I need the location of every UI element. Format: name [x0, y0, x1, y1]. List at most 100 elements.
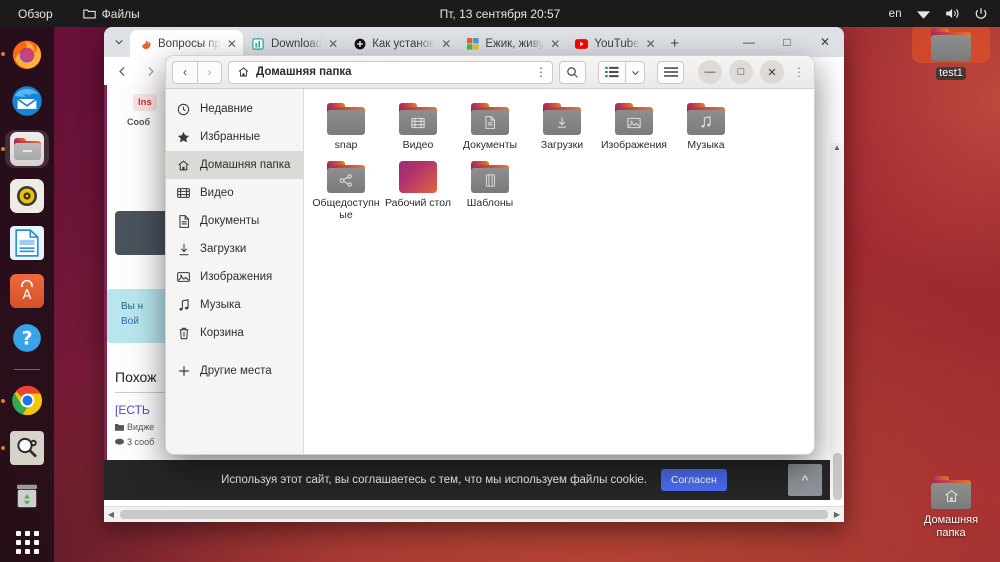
sidebar-item-starred[interactable]: Избранные [166, 123, 303, 151]
sidebar-item-trash[interactable]: Корзина [166, 319, 303, 347]
ubuntu-software-icon: A [10, 273, 44, 308]
file-item-snap[interactable]: snap [310, 97, 382, 155]
dock-item-help[interactable]: ? [5, 319, 49, 357]
dock-item-trash[interactable] [5, 476, 49, 514]
file-item-videos[interactable]: Видео [382, 97, 454, 155]
files-back-button[interactable]: ‹ [172, 60, 197, 84]
youtube-icon [575, 37, 589, 50]
files-search-button[interactable] [559, 60, 586, 84]
sidebar-item-other-locations[interactable]: Другие места [166, 357, 303, 385]
top-bar-status-area[interactable]: en [889, 7, 1000, 21]
list-view-icon[interactable] [598, 60, 625, 84]
clock[interactable]: Пт, 13 сентября 20:57 [0, 7, 1000, 21]
close-tab-icon[interactable]: ✕ [227, 37, 237, 51]
sidebar-item-pictures[interactable]: Изображения [166, 263, 303, 291]
files-content-area[interactable]: snap Видео Документы Загрузки Изображени… [304, 89, 814, 454]
sidebar-item-home[interactable]: Домашняя папка [166, 151, 303, 179]
dock-item-firefox[interactable] [1, 35, 49, 73]
scroll-to-top-button[interactable]: ^ [788, 464, 822, 496]
close-tab-icon[interactable]: ✕ [550, 37, 560, 51]
browser-window-controls: — □ ✕ [730, 27, 844, 57]
scroll-right-arrow-icon[interactable]: ▶ [830, 510, 844, 519]
sidebar-item-recent[interactable]: Недавние [166, 95, 303, 123]
dock-item-magnifier[interactable] [1, 429, 49, 467]
desktop-icon-label: test1 [936, 67, 966, 80]
files-path-bar[interactable]: Домашняя папка ⋮ [228, 60, 553, 84]
running-indicator [1, 146, 5, 151]
files-maximize-button[interactable]: □ [729, 60, 753, 84]
files-overflow-menu-icon[interactable]: ⋮ [790, 65, 808, 79]
browser-tab[interactable]: Вопросы пр ✕ [130, 30, 243, 57]
file-item-label: Шаблоны [466, 197, 514, 209]
dock-item-libreoffice-writer[interactable] [5, 224, 49, 262]
dock-item-ubuntu-software[interactable]: A [5, 271, 49, 309]
scrollbar-thumb[interactable] [832, 452, 842, 500]
file-item-templates[interactable]: Шаблоны [454, 155, 526, 225]
files-forward-button[interactable]: › [197, 60, 222, 84]
files-icon-grid: snap Видео Документы Загрузки Изображени… [304, 89, 814, 225]
file-item-downloads[interactable]: Загрузки [526, 97, 598, 155]
sidebar-item-videos[interactable]: Видео [166, 179, 303, 207]
close-tab-icon[interactable]: ✕ [646, 37, 656, 51]
volume-icon [945, 7, 960, 20]
file-item-public[interactable]: Общедоступные [310, 155, 382, 225]
browser-maximize-button[interactable]: □ [768, 27, 806, 57]
power-icon [974, 7, 988, 21]
browser-tab[interactable]: YouTube ✕ [566, 30, 661, 57]
sidebar-item-label: Избранные [200, 131, 261, 143]
file-item-documents[interactable]: Документы [454, 97, 526, 155]
sidebar-item-documents[interactable]: Документы [166, 207, 303, 235]
files-close-button[interactable]: ✕ [760, 60, 784, 84]
wifi-icon [916, 8, 931, 20]
file-item-music[interactable]: Музыка [670, 97, 742, 155]
dock-item-chrome[interactable] [1, 382, 49, 420]
file-item-pictures[interactable]: Изображения [598, 97, 670, 155]
browser-minimize-button[interactable]: — [730, 27, 768, 57]
files-nav-buttons: ‹ › [172, 60, 222, 84]
music-folder-icon [687, 103, 725, 135]
files-vertical-scrollbar[interactable] [804, 89, 814, 454]
app-menu-button[interactable]: Файлы [77, 5, 146, 23]
replies-label: 3 сооб [127, 437, 155, 447]
sidebar-item-downloads[interactable]: Загрузки [166, 235, 303, 263]
browser-forward-icon[interactable] [138, 59, 162, 83]
browser-tab[interactable]: Ёжик, живу ✕ [457, 30, 566, 57]
running-indicator [1, 398, 5, 403]
browser-tab[interactable]: Download ✕ [243, 30, 344, 57]
desktop-icon-test1[interactable]: test1 [912, 24, 990, 81]
new-tab-button[interactable]: + [662, 30, 688, 57]
activities-button[interactable]: Обзор [12, 5, 59, 23]
tab-list-chevron-icon[interactable] [108, 27, 130, 57]
keyboard-layout-indicator[interactable]: en [889, 8, 902, 20]
dock-item-thunderbird[interactable] [5, 82, 49, 120]
dock-item-show-apps[interactable] [5, 524, 49, 562]
browser-tab[interactable]: Как установ ✕ [344, 30, 457, 57]
files-view-switcher [598, 60, 645, 84]
hamburger-menu-icon[interactable] [657, 60, 684, 84]
files-path-menu-icon[interactable]: ⋮ [532, 65, 550, 79]
files-window[interactable]: ‹ › Домашняя папка ⋮ — □ ✕ ⋮ Недавние Из… [165, 55, 815, 455]
browser-close-button[interactable]: ✕ [806, 27, 844, 57]
browser-vertical-scrollbar[interactable]: ▲ [830, 143, 844, 500]
dock-item-files[interactable] [1, 129, 49, 168]
scroll-left-arrow-icon[interactable]: ◀ [104, 510, 118, 519]
file-item-label: Общедоступные [312, 197, 380, 221]
scroll-up-arrow-icon[interactable]: ▲ [833, 143, 841, 153]
browser-horizontal-scrollbar[interactable]: ◀ ▶ [104, 506, 844, 522]
close-tab-icon[interactable]: ✕ [441, 37, 451, 51]
scrollbar-thumb[interactable] [120, 510, 828, 519]
files-minimize-button[interactable]: — [698, 60, 722, 84]
sidebar-item-label: Другие места [200, 365, 272, 377]
file-item-desktop[interactable]: Рабочий стол [382, 155, 454, 225]
page-badge: Ins [133, 94, 157, 111]
app-menu-label: Файлы [101, 6, 140, 21]
home-icon [237, 66, 250, 78]
desktop-icon-home[interactable]: Домашняя папка [912, 472, 990, 540]
dock-item-rhythmbox[interactable] [5, 177, 49, 215]
sidebar-item-music[interactable]: Музыка [166, 291, 303, 319]
browser-back-icon[interactable] [110, 59, 134, 83]
cookie-accept-button[interactable]: Согласен [660, 469, 727, 491]
close-tab-icon[interactable]: ✕ [328, 37, 338, 51]
firefox-icon [139, 37, 152, 50]
chevron-down-icon[interactable] [625, 60, 645, 84]
